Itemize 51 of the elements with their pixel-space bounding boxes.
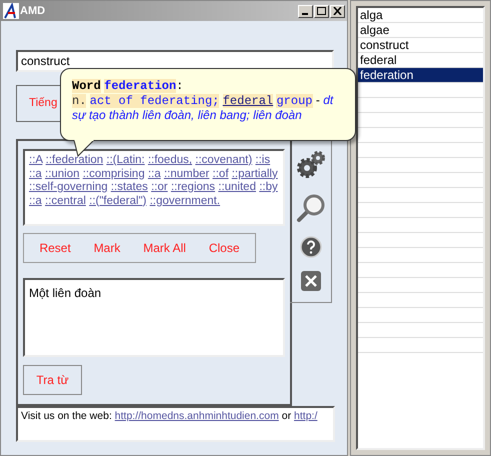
word-link[interactable]: ::of <box>212 168 229 180</box>
gloss-dash: - <box>316 93 320 107</box>
word-link[interactable]: ::union <box>45 168 80 180</box>
close-icon <box>333 7 342 15</box>
word-link[interactable]: ::a <box>148 168 161 180</box>
maximize-button[interactable] <box>314 4 329 18</box>
word-link[interactable]: ::A <box>29 154 42 166</box>
word-link[interactable]: ::foedus, <box>148 154 192 166</box>
word-list-item[interactable]: construct <box>358 38 483 53</box>
footer-text: Visit us on the web: <box>21 410 112 422</box>
word-link[interactable]: ::(Latin: <box>106 154 145 166</box>
app-logo-icon <box>3 3 19 19</box>
word-link[interactable]: ::by <box>259 181 278 193</box>
tooltip-label: Word <box>72 79 101 93</box>
help-icon[interactable] <box>300 236 322 258</box>
word-link[interactable]: ::states <box>110 181 148 193</box>
word-link[interactable]: ::united <box>218 181 256 193</box>
word-link[interactable]: ::or <box>151 181 168 193</box>
word-link[interactable]: ::regions <box>170 181 216 193</box>
word-list-item[interactable]: federation <box>358 68 483 83</box>
word-link[interactable]: ::is <box>255 154 270 166</box>
part-of-speech: n. <box>72 94 86 108</box>
close-icon[interactable] <box>300 270 322 292</box>
gloss-text: act of federating; <box>90 94 220 108</box>
word-link[interactable]: ::a <box>29 194 42 206</box>
tooltip-colon: : <box>176 79 184 93</box>
note-field[interactable]: Một liên đoàn <box>23 278 286 357</box>
close-button[interactable] <box>330 4 345 18</box>
word-link[interactable]: ::number <box>164 168 210 180</box>
gloss-text: group <box>276 94 312 108</box>
word-link[interactable]: ::("federal") <box>89 194 147 206</box>
website-link[interactable]: http:/ <box>294 410 318 422</box>
word-link[interactable]: ::central <box>45 194 86 206</box>
word-list-item[interactable]: algae <box>358 23 483 38</box>
word-link[interactable]: ::a <box>29 168 42 180</box>
website-link[interactable]: http://homedns.anhminhtudien.com <box>114 410 279 422</box>
word-list-item[interactable]: alga <box>358 8 483 23</box>
word-link[interactable]: ::government. <box>150 194 220 206</box>
maximize-icon <box>317 7 326 15</box>
word-link[interactable]: ::federation <box>46 154 104 166</box>
word-link[interactable]: federal <box>222 94 274 108</box>
search-icon[interactable] <box>296 193 326 224</box>
word-type: dt <box>323 93 334 107</box>
word-link[interactable]: ::comprising <box>82 168 145 180</box>
word-link[interactable]: ::partially <box>232 168 278 180</box>
footer-text: or <box>282 410 292 422</box>
minimize-button[interactable] <box>298 4 313 18</box>
word-link[interactable]: ::self-governing <box>29 181 108 193</box>
tooltip-word: federation <box>104 79 176 93</box>
window-title: AMD <box>20 4 46 19</box>
word-link[interactable]: ::covenant) <box>195 154 252 166</box>
